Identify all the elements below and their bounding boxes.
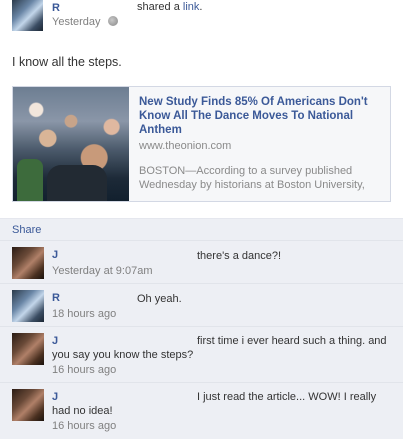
comment-item: R Oh yeah. 18 hours ago	[0, 283, 403, 326]
thumbnail-figure	[47, 165, 107, 201]
comment-time[interactable]: 18 hours ago	[52, 308, 116, 320]
commenter-avatar[interactable]	[12, 389, 44, 421]
thumbnail-figure	[17, 159, 43, 201]
comment-text: first time i ever heard such a thing. an…	[52, 335, 387, 361]
comment-text: I just read the article... WOW! I really…	[52, 391, 377, 417]
share-action-label: shared a	[137, 1, 183, 13]
globe-icon[interactable]	[108, 16, 118, 26]
commenter-name[interactable]: J	[52, 249, 58, 261]
comment-time[interactable]: 16 hours ago	[52, 364, 116, 376]
commenter-name[interactable]: R	[52, 292, 60, 304]
comment-time[interactable]: Yesterday at 9:07am	[52, 265, 153, 277]
share-action-text: shared a link.	[137, 1, 203, 13]
post-header: R shared a link. Yesterday	[0, 0, 403, 42]
action-bar: Share	[0, 218, 403, 240]
link-title[interactable]: New Study Finds 85% Of Americans Don't K…	[139, 95, 384, 137]
commenter-avatar[interactable]	[12, 333, 44, 365]
post-timestamp[interactable]: Yesterday	[52, 16, 101, 28]
author-avatar[interactable]	[12, 0, 43, 31]
comment-item: J I just read the article... WOW! I real…	[0, 382, 403, 439]
link-domain: www.theonion.com	[139, 140, 232, 152]
post-message: I know all the steps.	[12, 55, 122, 69]
link-description: BOSTON—According to a survey published W…	[139, 165, 365, 191]
commenter-avatar[interactable]	[12, 247, 44, 279]
share-button[interactable]: Share	[12, 224, 41, 236]
author-name[interactable]: R	[52, 2, 60, 14]
comment-text: Oh yeah.	[137, 293, 182, 305]
comment-text: there's a dance?!	[197, 250, 282, 262]
link-info: New Study Finds 85% Of Americans Don't K…	[139, 95, 384, 192]
commenter-avatar[interactable]	[12, 290, 44, 322]
comment-item: J first time i ever heard such a thing. …	[0, 326, 403, 382]
comment-item: J there's a dance?! Yesterday at 9:07am	[0, 240, 403, 283]
shared-link[interactable]: link	[183, 1, 200, 13]
link-thumbnail[interactable]	[13, 87, 129, 201]
link-preview-card[interactable]: New Study Finds 85% Of Americans Don't K…	[12, 86, 391, 202]
comment-time[interactable]: 16 hours ago	[52, 420, 116, 432]
